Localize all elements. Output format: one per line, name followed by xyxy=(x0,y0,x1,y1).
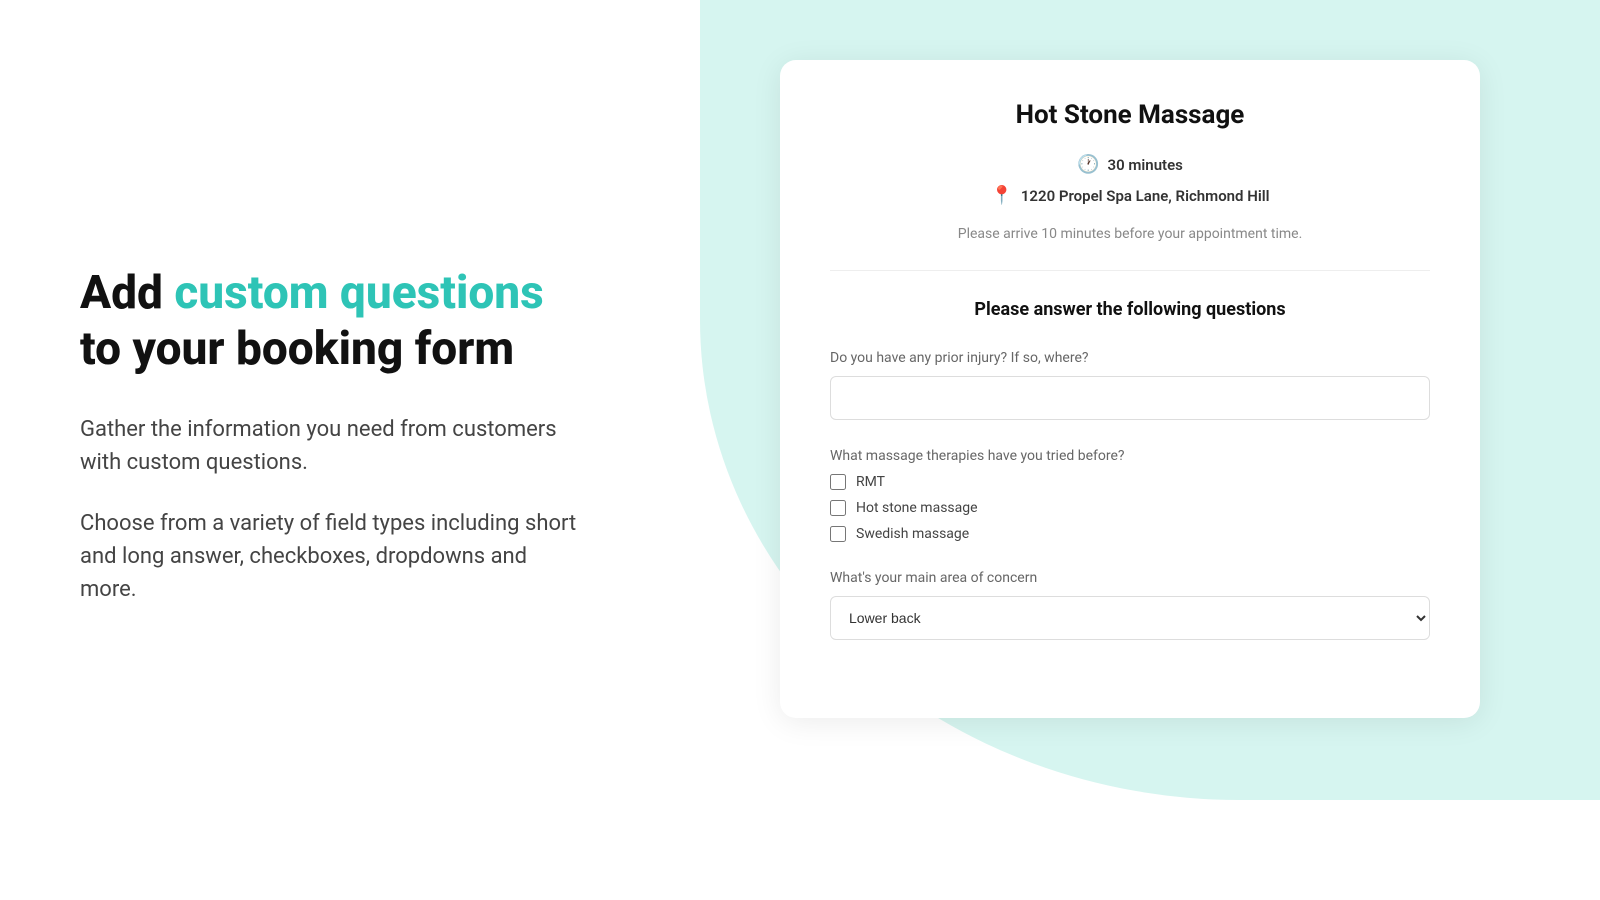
checkbox-group: RMT Hot stone massage Swedish massage xyxy=(830,474,1430,542)
meta-duration: 🕐 30 minutes xyxy=(1077,154,1183,175)
checkbox-rmt-label: RMT xyxy=(856,474,885,490)
checkbox-rmt[interactable]: RMT xyxy=(830,474,1430,490)
question-2-label: What massage therapies have you tried be… xyxy=(830,448,1430,464)
heading-accent: custom questions xyxy=(174,266,543,320)
card-note: Please arrive 10 minutes before your app… xyxy=(830,226,1430,271)
left-panel: Add custom questions to your booking for… xyxy=(0,0,660,900)
booking-card: Hot Stone Massage 🕐 30 minutes 📍 1220 Pr… xyxy=(780,60,1480,718)
location-icon: 📍 xyxy=(990,185,1012,206)
question-3-select[interactable]: Lower back Upper back Neck Shoulders Leg… xyxy=(830,596,1430,640)
checkbox-hot-stone-label: Hot stone massage xyxy=(856,500,978,516)
question-1-label: Do you have any prior injury? If so, whe… xyxy=(830,350,1430,366)
question-3-group: What's your main area of concern Lower b… xyxy=(830,570,1430,640)
hero-body-1: Gather the information you need from cus… xyxy=(80,413,580,479)
question-2-group: What massage therapies have you tried be… xyxy=(830,448,1430,542)
checkbox-swedish-label: Swedish massage xyxy=(856,526,969,542)
checkbox-swedish-input[interactable] xyxy=(830,526,846,542)
heading-plain: Add xyxy=(80,266,174,320)
card-title: Hot Stone Massage xyxy=(830,100,1430,130)
location-text: 1220 Propel Spa Lane, Richmond Hill xyxy=(1021,187,1270,205)
clock-icon: 🕐 xyxy=(1077,154,1099,175)
question-1-input[interactable] xyxy=(830,376,1430,420)
heading-end: to your booking form xyxy=(80,322,514,376)
right-panel: Hot Stone Massage 🕐 30 minutes 📍 1220 Pr… xyxy=(660,0,1600,900)
duration-text: 30 minutes xyxy=(1108,156,1183,174)
hero-heading: Add custom questions to your booking for… xyxy=(80,266,580,376)
questions-heading: Please answer the following questions xyxy=(830,299,1430,320)
checkbox-hot-stone-input[interactable] xyxy=(830,500,846,516)
meta-location: 📍 1220 Propel Spa Lane, Richmond Hill xyxy=(990,185,1269,206)
card-meta: 🕐 30 minutes 📍 1220 Propel Spa Lane, Ric… xyxy=(830,154,1430,206)
hero-body-2: Choose from a variety of field types inc… xyxy=(80,507,580,606)
checkbox-hot-stone[interactable]: Hot stone massage xyxy=(830,500,1430,516)
checkbox-rmt-input[interactable] xyxy=(830,474,846,490)
checkbox-swedish[interactable]: Swedish massage xyxy=(830,526,1430,542)
question-3-label: What's your main area of concern xyxy=(830,570,1430,586)
question-1-group: Do you have any prior injury? If so, whe… xyxy=(830,350,1430,420)
